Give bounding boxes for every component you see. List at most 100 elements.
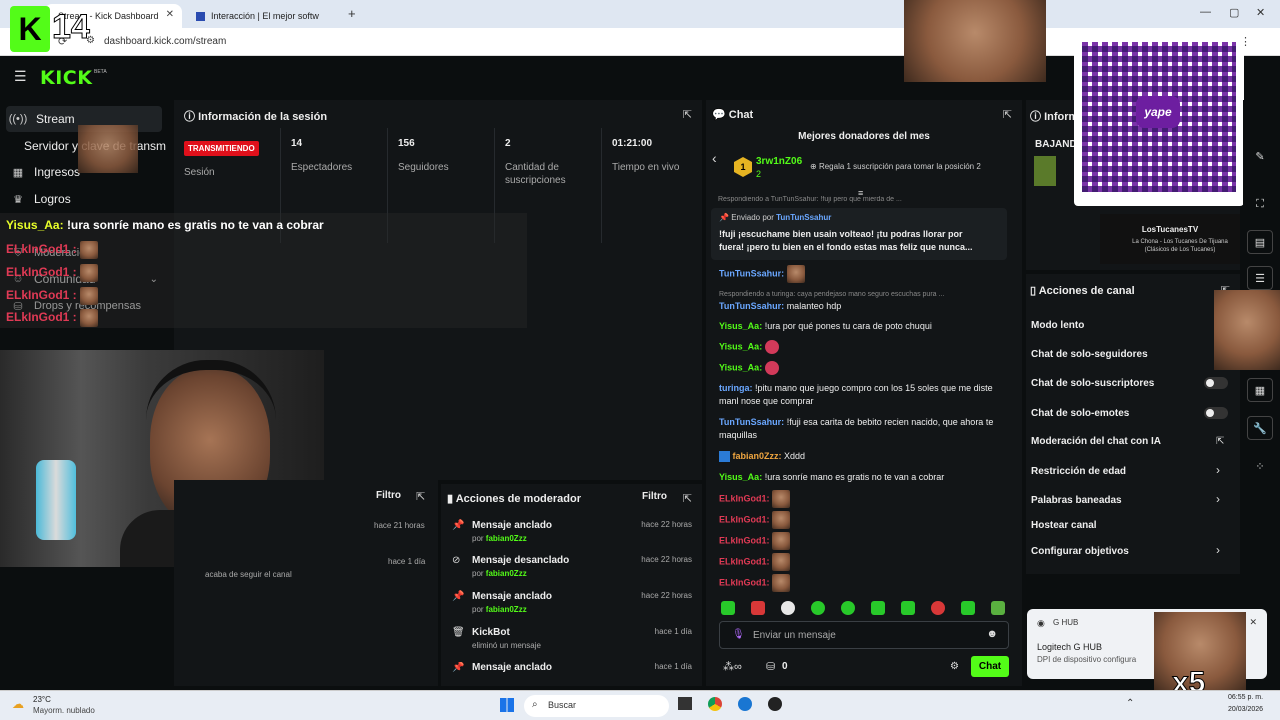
mod-action-row[interactable]: 📌 Mensaje anclado por fabian0Zzz hace 22… — [452, 591, 696, 627]
subscribers-only-toggle[interactable] — [1204, 377, 1228, 389]
windows-taskbar: ☁ 23°C Mayorm. nublado ⌕ Buscar ⌃ 06:55 … — [0, 690, 1280, 720]
emotes-only-toggle[interactable] — [1204, 407, 1228, 419]
action-subscribers-only[interactable]: Chat de solo-suscriptores — [1031, 378, 1231, 389]
chat-username[interactable]: ELkInGod1: — [719, 493, 770, 503]
mod-action-row[interactable]: 🗑 KickBot eliminó un mensaje hace 1 día — [452, 627, 696, 663]
chat-username[interactable]: turinga: — [719, 383, 753, 393]
sidebar-item-logros[interactable]: ♛ Logros — [6, 186, 162, 212]
file-explorer-icon[interactable] — [678, 697, 692, 710]
action-age-restriction[interactable]: Restricción de edad — [1031, 466, 1231, 477]
action-goals[interactable]: Configurar objetivos — [1031, 546, 1231, 557]
chat-username[interactable]: ELkInGod1: — [719, 514, 770, 524]
emote-button[interactable] — [991, 601, 1005, 615]
chat-username[interactable]: ELkInGod1: — [719, 556, 770, 566]
browser-tab-interaccion[interactable]: Interacción | El mejor softw — [186, 4, 336, 28]
action-followers-only[interactable]: Chat de solo-seguidores — [1031, 349, 1231, 360]
camera-icon[interactable]: ⛶ — [1247, 192, 1273, 216]
chrome-icon[interactable] — [708, 697, 722, 711]
chevron-left-icon[interactable]: ‹ — [712, 150, 717, 166]
chevron-right-icon[interactable]: › — [1216, 543, 1220, 557]
action-ai-moderation[interactable]: Moderación del chat con IA — [1031, 436, 1231, 447]
chat-username[interactable]: Yisus_Aa: — [719, 472, 762, 482]
meme-face-image — [78, 125, 138, 173]
panel-icon[interactable]: ▤ — [1247, 230, 1273, 254]
chat-username[interactable]: ELkInGod1: — [719, 577, 770, 587]
emote-button[interactable] — [781, 601, 795, 615]
chat-overlay: Yisus_Aa: !ura sonríe mano es gratis no … — [0, 213, 527, 328]
windows-start-icon[interactable] — [500, 698, 514, 712]
gift-icon[interactable]: ⛁ — [766, 660, 775, 673]
chat-username[interactable]: ELkInGod1: — [719, 535, 770, 545]
emote-button[interactable] — [871, 601, 885, 615]
stream-icon: ((•)) — [8, 113, 28, 125]
url-field[interactable]: dashboard.kick.com/stream — [104, 36, 226, 47]
close-window-icon[interactable]: ✕ — [1256, 6, 1265, 19]
new-tab-button[interactable]: + — [348, 6, 356, 21]
close-tab-icon[interactable]: ✕ — [166, 9, 174, 20]
emote-button[interactable] — [961, 601, 975, 615]
emote-image — [786, 265, 805, 283]
microphone-icon[interactable]: 🎙 — [732, 629, 745, 640]
points-icon[interactable]: ⁂∞ — [723, 660, 742, 673]
emote-image — [80, 287, 99, 305]
chat-username[interactable]: fabian0Zzz: — [733, 451, 782, 461]
emote-button[interactable] — [721, 601, 735, 615]
settings-icon[interactable]: ⚙ — [950, 661, 959, 672]
mod-action-row[interactable]: ⊘ Mensaje desanclado por fabian0Zzz hace… — [452, 555, 696, 591]
tab-title: Interacción | El mejor softw — [211, 11, 319, 21]
filter-button[interactable]: Filtro — [376, 490, 401, 501]
emote-button[interactable] — [811, 601, 825, 615]
emote-image — [764, 340, 779, 354]
filter-button[interactable]: Filtro — [642, 491, 667, 502]
chat-text: !ura sonríe mano es gratis no te van a c… — [764, 472, 945, 482]
chat-username[interactable]: Yisus_Aa: — [719, 362, 762, 372]
popout-icon[interactable]: ⇱ — [683, 108, 692, 121]
popout-icon[interactable]: ⇱ — [416, 490, 425, 503]
notification-close-icon[interactable]: ✕ — [1249, 617, 1257, 628]
donor-name[interactable]: 3rw1nZ06 — [756, 156, 802, 167]
edit-icon[interactable]: ✎ — [1247, 144, 1273, 168]
tray-chevron-icon[interactable]: ⌃ — [1126, 698, 1134, 709]
stat-value: 14 — [291, 138, 303, 149]
wrench-icon[interactable]: 🔧 — [1247, 416, 1273, 440]
maximize-icon[interactable]: ▢ — [1229, 6, 1239, 19]
emote-button[interactable] — [931, 601, 945, 615]
donors-title: Mejores donadores del mes — [798, 131, 930, 142]
chat-text: !ura por qué pones tu cara de poto chuqu… — [764, 321, 932, 331]
emoji-icon[interactable]: ☻ — [986, 628, 998, 640]
list-icon[interactable]: ☰ — [1247, 266, 1273, 290]
chat-message: Yisus_Aa: — [719, 340, 1009, 354]
obs-icon[interactable] — [768, 697, 782, 711]
emote-button[interactable] — [841, 601, 855, 615]
chat-username[interactable]: TunTunSsahur: — [719, 301, 784, 311]
counter-value: 14 — [52, 8, 91, 47]
kick-logo[interactable]: KICK — [40, 67, 92, 89]
layout-icon[interactable]: ▦ — [1247, 378, 1273, 402]
external-link-icon[interactable]: ⇱ — [1216, 436, 1224, 447]
more-icon[interactable]: ⁘ — [1247, 454, 1273, 478]
app-icon[interactable] — [738, 697, 752, 711]
chat-username[interactable]: TunTunSsahur: — [719, 417, 784, 427]
mod-action-row[interactable]: 📌 Mensaje anclado por fabian0Zzz hace 22… — [452, 520, 696, 556]
chat-message: ELkInGod1: — [719, 553, 1009, 571]
chat-message: ELkInGod1: — [719, 532, 1009, 550]
action-slow-mode[interactable]: Modo lento — [1031, 320, 1231, 331]
emote-button[interactable] — [901, 601, 915, 615]
chevron-right-icon[interactable]: › — [1216, 463, 1220, 477]
taskbar-search[interactable]: ⌕ Buscar — [524, 695, 669, 717]
chat-username[interactable]: Yisus_Aa: — [719, 321, 762, 331]
chat-input[interactable]: 🎙 Enviar un mensaje ☻ — [719, 621, 1009, 649]
minimize-icon[interactable]: — — [1200, 6, 1211, 18]
menu-icon[interactable]: ☰ — [14, 68, 27, 85]
action-banned-words[interactable]: Palabras baneadas — [1031, 495, 1231, 506]
send-chat-button[interactable]: Chat — [971, 656, 1009, 677]
action-host-channel[interactable]: Hostear canal — [1031, 520, 1231, 531]
emote-button[interactable] — [751, 601, 765, 615]
chevron-right-icon[interactable]: › — [1216, 492, 1220, 506]
mod-action-row[interactable]: 📌 Mensaje anclado hace 1 día — [452, 662, 696, 682]
popout-icon[interactable]: ⇱ — [1003, 108, 1012, 121]
chat-username[interactable]: Yisus_Aa: — [719, 341, 762, 351]
chat-username[interactable]: TunTunSsahur: — [719, 268, 784, 278]
action-emotes-only[interactable]: Chat de solo-emotes — [1031, 408, 1231, 419]
popout-icon[interactable]: ⇱ — [683, 492, 692, 505]
